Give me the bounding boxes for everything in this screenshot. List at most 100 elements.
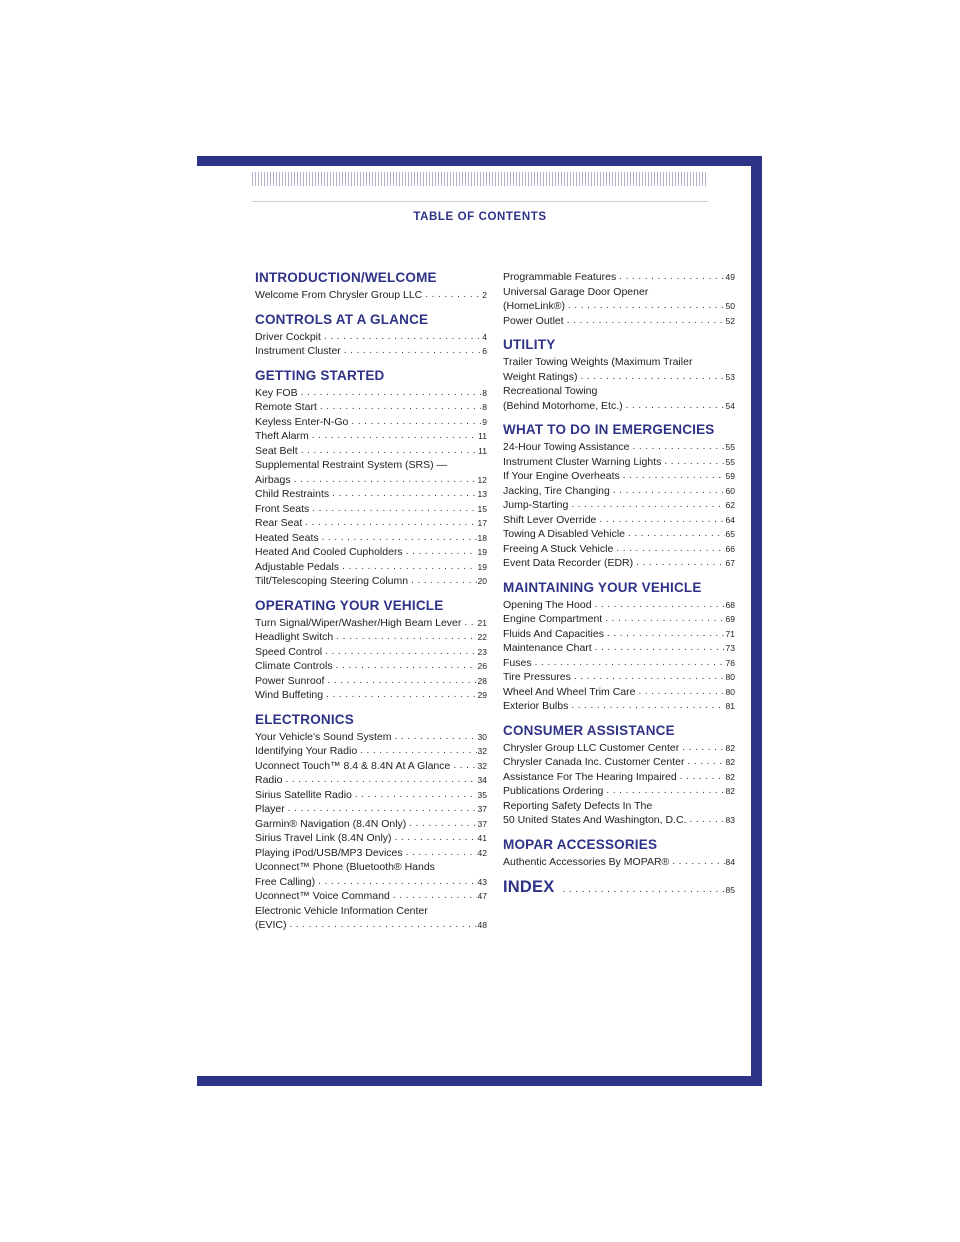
entry-title: Universal Garage Door Opener	[503, 285, 649, 298]
toc-entry[interactable]: Front Seats.............................…	[255, 502, 487, 517]
dot-leader: ........................................…	[682, 741, 724, 753]
entry-page-number: 64	[725, 514, 735, 525]
toc-entry[interactable]: Power Outlet............................…	[503, 314, 735, 329]
toc-entry[interactable]: Child Restraints........................…	[255, 487, 487, 502]
toc-entry[interactable]: (HomeLink®).............................…	[503, 299, 735, 314]
toc-entry[interactable]: Freeing A Stuck Vehicle.................…	[503, 542, 735, 557]
toc-entry[interactable]: Remote Start............................…	[255, 400, 487, 415]
toc-entry[interactable]: 24-Hour Towing Assistance...............…	[503, 440, 735, 455]
toc-entry[interactable]: Radio...................................…	[255, 773, 487, 788]
entry-title: (Behind Motorhome, Etc.)	[503, 399, 623, 412]
entry-title: Shift Lever Override	[503, 513, 597, 526]
dot-leader: ........................................…	[327, 674, 476, 686]
toc-entry[interactable]: Turn Signal/Wiper/Washer/High Beam Lever…	[255, 616, 487, 631]
toc-entry[interactable]: Wheel And Wheel Trim Care...............…	[503, 685, 735, 700]
toc-entry[interactable]: Sirius Travel Link (8.4N Only)..........…	[255, 831, 487, 846]
toc-entry[interactable]: Trailer Towing Weights (Maximum Trailer	[503, 355, 735, 370]
entry-page-number: 73	[725, 643, 735, 653]
entry-page-number: 80	[725, 672, 735, 682]
toc-entry[interactable]: Electronic Vehicle Information Center	[255, 904, 487, 919]
toc-entry[interactable]: Climate Controls........................…	[255, 659, 487, 674]
toc-entry[interactable]: Instrument Cluster Warning Lights.......…	[503, 455, 735, 470]
toc-entry[interactable]: Weight Ratings).........................…	[503, 370, 735, 385]
entry-page-number: 15	[477, 503, 487, 514]
dot-leader: ........................................…	[425, 289, 481, 300]
dot-leader: ........................................…	[392, 890, 477, 901]
toc-entry[interactable]: (EVIC)..................................…	[255, 918, 487, 933]
toc-entry[interactable]: Event Data Recorder (EDR)...............…	[503, 556, 735, 571]
toc-entry[interactable]: Your Vehicle's Sound System.............…	[255, 730, 487, 745]
toc-entry[interactable]: Free Calling)...........................…	[255, 875, 487, 890]
toc-entry[interactable]: Tilt/Telescoping Steering Column........…	[255, 574, 487, 589]
dot-leader: ........................................…	[409, 817, 477, 829]
toc-entry[interactable]: Tire Pressures..........................…	[503, 670, 735, 685]
toc-entry[interactable]: Chrysler Canada Inc. Customer Center....…	[503, 755, 735, 770]
toc-entry[interactable]: Wind Buffeting..........................…	[255, 688, 487, 703]
toc-entry[interactable]: Uconnect™ Phone (Bluetooth® Hands	[255, 860, 487, 875]
entry-page-number: 12	[477, 474, 487, 485]
toc-entry[interactable]: Fuses...................................…	[503, 656, 735, 671]
dot-leader: ........................................…	[326, 689, 476, 700]
toc-entry[interactable]: Player..................................…	[255, 802, 487, 817]
toc-entry[interactable]: Jacking, Tire Changing..................…	[503, 484, 735, 499]
toc-entry[interactable]: Reporting Safety Defects In The	[503, 799, 735, 814]
toc-entry[interactable]: Uconnect™ Voice Command.................…	[255, 889, 487, 904]
toc-entry[interactable]: Supplemental Restraint System (SRS) —	[255, 458, 487, 473]
entry-title: Opening The Hood	[503, 598, 592, 611]
toc-entry[interactable]: Exterior Bulbs..........................…	[503, 699, 735, 714]
dot-leader: ........................................…	[318, 875, 477, 887]
toc-entry[interactable]: Garmin® Navigation (8.4N Only)..........…	[255, 817, 487, 832]
toc-entry[interactable]: Driver Cockpit..........................…	[255, 330, 487, 345]
toc-entry[interactable]: Key FOB.................................…	[255, 386, 487, 401]
toc-entry[interactable]: 50 United States And Washington, D.C....…	[503, 813, 735, 828]
toc-entry[interactable]: Airbags.................................…	[255, 473, 487, 488]
toc-entry[interactable]: Welcome From Chrysler Group LLC.........…	[255, 288, 487, 303]
toc-entry[interactable]: Playing iPod/USB/MP3 Devices............…	[255, 846, 487, 861]
toc-entry[interactable]: Power Sunroof...........................…	[255, 674, 487, 689]
dot-leader: ........................................…	[625, 399, 725, 411]
entry-page-number: 68	[725, 599, 735, 610]
toc-entry[interactable]: Rear Seat...............................…	[255, 516, 487, 531]
toc-entry[interactable]: Speed Control...........................…	[255, 645, 487, 660]
toc-entry[interactable]: (Behind Motorhome, Etc.)................…	[503, 399, 735, 414]
toc-entry[interactable]: Heated Seats............................…	[255, 531, 487, 546]
index-title: INDEX	[503, 878, 555, 896]
entry-title: Welcome From Chrysler Group LLC	[255, 289, 423, 301]
toc-entry[interactable]: Publications Ordering...................…	[503, 784, 735, 799]
frame-bottom-bar	[197, 1076, 762, 1086]
toc-entry[interactable]: Fluids And Capacities...................…	[503, 627, 735, 642]
toc-entry[interactable]: Sirius Satellite Radio..................…	[255, 788, 487, 803]
toc-entry[interactable]: Adjustable Pedals.......................…	[255, 560, 487, 575]
toc-entry[interactable]: Maintenance Chart.......................…	[503, 641, 735, 656]
toc-entry[interactable]: Keyless Enter-N-Go......................…	[255, 415, 487, 430]
toc-index-entry[interactable]: INDEX...................................…	[503, 878, 735, 897]
toc-entry[interactable]: Engine Compartment......................…	[503, 612, 735, 627]
toc-entry[interactable]: Authentic Accessories By MOPAR®.........…	[503, 855, 735, 870]
dot-leader: ........................................…	[599, 513, 724, 525]
toc-entry[interactable]: Shift Lever Override....................…	[503, 513, 735, 528]
toc-entry[interactable]: Programmable Features...................…	[503, 270, 735, 285]
toc-entry[interactable]: Chrysler Group LLC Customer Center......…	[503, 741, 735, 756]
entry-page-number: 69	[725, 614, 735, 624]
toc-entry[interactable]: Identifying Your Radio..................…	[255, 744, 487, 759]
toc-entry[interactable]: Jump-Starting...........................…	[503, 498, 735, 513]
dot-leader: ........................................…	[405, 546, 477, 557]
toc-entry[interactable]: Theft Alarm.............................…	[255, 429, 487, 444]
toc-entry[interactable]: Heated And Cooled Cupholders............…	[255, 545, 487, 560]
dot-leader: ........................................…	[571, 700, 725, 711]
toc-entry[interactable]: If Your Engine Overheats................…	[503, 469, 735, 484]
entry-title: Chrysler Canada Inc. Customer Center	[503, 756, 685, 768]
toc-entry[interactable]: Recreational Towing	[503, 384, 735, 399]
toc-entry[interactable]: Seat Belt...............................…	[255, 444, 487, 459]
toc-entry[interactable]: Towing A Disabled Vehicle...............…	[503, 527, 735, 542]
frame-top-bar	[197, 156, 762, 166]
toc-entry[interactable]: Universal Garage Door Opener	[503, 285, 735, 300]
entry-page-number: 48	[477, 920, 487, 930]
entry-title: Uconnect™ Phone (Bluetooth® Hands	[255, 861, 435, 873]
section-title: UTILITY	[503, 337, 556, 352]
toc-entry[interactable]: Uconnect Touch™ 8.4 & 8.4N At A Glance..…	[255, 759, 487, 774]
toc-entry[interactable]: Headlight Switch........................…	[255, 630, 487, 645]
toc-entry[interactable]: Instrument Cluster......................…	[255, 344, 487, 359]
toc-entry[interactable]: Assistance For The Hearing Impaired.....…	[503, 770, 735, 785]
toc-entry[interactable]: Opening The Hood........................…	[503, 598, 735, 613]
